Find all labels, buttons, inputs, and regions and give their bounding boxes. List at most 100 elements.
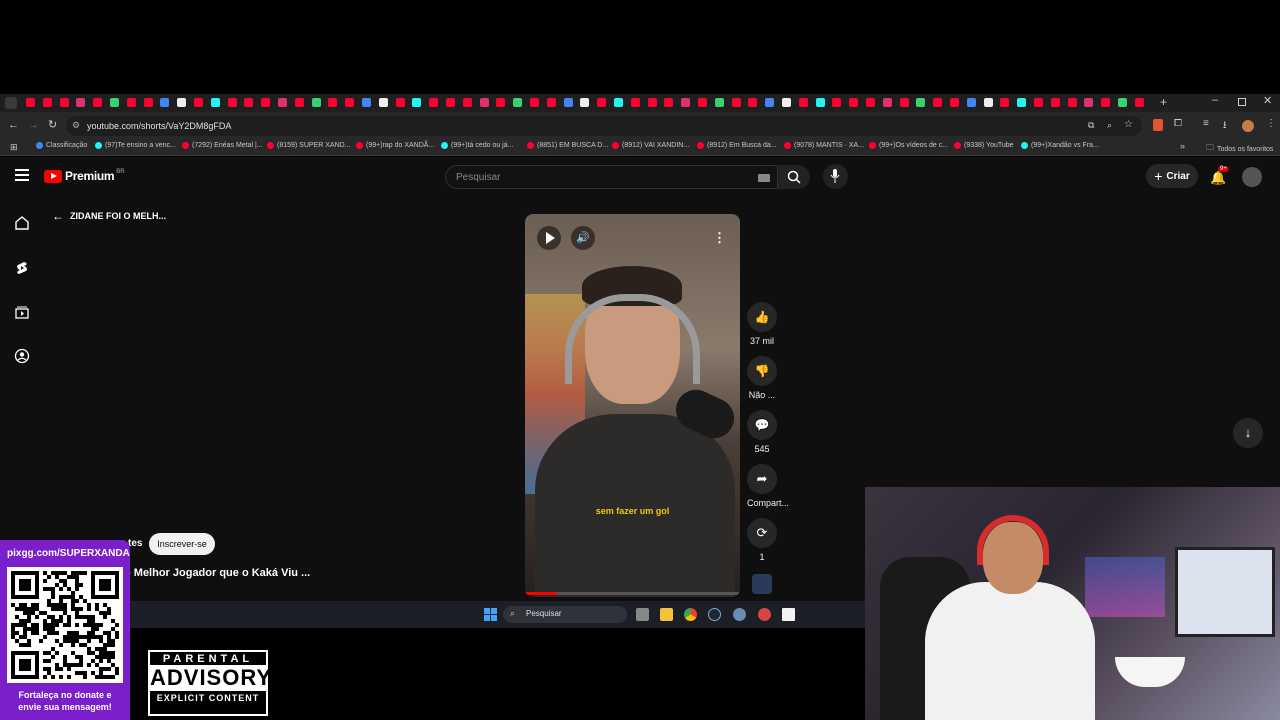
browser-tab-47[interactable] [815, 98, 825, 107]
bookmark-item[interactable]: (97)Te ensino a venc... [95, 142, 176, 149]
hamburger-menu-icon[interactable] [15, 169, 29, 181]
reload-icon[interactable]: ↻ [48, 118, 57, 131]
search-button[interactable] [778, 165, 810, 189]
taskbar-search-input[interactable]: ⌕ Pesquisar [503, 606, 627, 623]
browser-tab-36[interactable] [630, 98, 640, 107]
browser-tab-37[interactable] [647, 98, 657, 107]
minimize-icon[interactable]: – [1212, 94, 1218, 106]
windows-start-icon[interactable] [484, 608, 497, 621]
account-avatar[interactable] [1242, 167, 1262, 187]
browser-tab-56[interactable] [966, 98, 976, 107]
task-view-icon[interactable] [636, 608, 649, 621]
browser-tab-43[interactable] [748, 98, 758, 107]
menu-dots-icon[interactable]: ⋮ [1266, 118, 1276, 129]
browser-tab-16[interactable] [294, 98, 304, 107]
browser-tab-65[interactable] [1118, 98, 1127, 107]
remix-action[interactable]: ⟳ 1 [747, 518, 777, 562]
browser-tab-12[interactable] [227, 98, 237, 107]
browser-tab-59[interactable] [1017, 98, 1027, 107]
browser-tab-28[interactable] [496, 98, 506, 107]
browser-tab-32[interactable] [563, 98, 573, 107]
browser-tab-3[interactable] [76, 98, 86, 107]
play-button[interactable] [537, 226, 561, 250]
media-control-icon[interactable]: ≡ [1203, 118, 1209, 129]
tab-search-button[interactable] [5, 97, 17, 109]
browser-tab-38[interactable] [664, 98, 674, 107]
settings-icon[interactable] [733, 608, 746, 621]
channel-name-partial[interactable]: tes [128, 538, 142, 549]
address-bar[interactable]: ⚙ youtube.com/shorts/VaY2DM8gFDA ⧉ ⌕ ☆ [66, 116, 1142, 136]
bookmark-item[interactable]: (99+)tá cedo ou já... [441, 142, 513, 149]
browser-tab-29[interactable] [513, 98, 523, 107]
you-profile-icon[interactable] [14, 348, 30, 364]
back-icon[interactable]: ← [8, 119, 19, 131]
browser-tab-44[interactable] [765, 98, 775, 107]
browser-tab-52[interactable] [899, 98, 909, 107]
browser-tab-7[interactable] [143, 98, 153, 107]
browser-tab-18[interactable] [328, 98, 338, 107]
browser-tab-33[interactable] [580, 98, 590, 107]
browser-tab-42[interactable] [731, 98, 741, 107]
browser-tab-17[interactable] [311, 98, 321, 107]
shorts-video-player[interactable]: sem fazer um gol 🔊 ⋮ [525, 214, 740, 597]
browser-tab-58[interactable] [1000, 98, 1010, 107]
install-app-icon[interactable]: ⧉ [1088, 120, 1094, 131]
browser-tab-4[interactable] [93, 98, 103, 107]
more-options-icon[interactable]: ⋮ [713, 230, 726, 246]
browser-tab-66[interactable] [1134, 98, 1144, 107]
browser-tab-48[interactable] [832, 98, 842, 107]
comments-action[interactable]: 💬 545 [747, 410, 777, 454]
browser-tab-61[interactable] [1050, 98, 1060, 107]
browser-tab-60[interactable] [1034, 98, 1043, 107]
sound-thumbnail[interactable] [752, 574, 772, 594]
subscriptions-icon[interactable] [14, 304, 30, 320]
more-bookmarks-icon[interactable]: » [1180, 141, 1185, 151]
browser-tab-26[interactable] [462, 98, 472, 107]
bookmark-item[interactable]: (8159) SUPER XAND... [267, 142, 351, 149]
notepad-icon[interactable] [782, 608, 795, 621]
site-settings-icon[interactable]: ⚙ [72, 120, 80, 131]
browser-tab-20[interactable] [362, 98, 371, 107]
downloads-icon[interactable]: ⭳ [1223, 118, 1227, 135]
keyboard-icon[interactable] [758, 174, 770, 182]
progress-bar[interactable] [525, 592, 740, 595]
browser-tab-23[interactable] [412, 98, 422, 107]
home-icon[interactable] [14, 215, 30, 231]
browser-tab-53[interactable] [916, 98, 926, 107]
all-bookmarks-folder[interactable]: 🗀 Todos os favoritos [1206, 142, 1273, 156]
browser-tab-39[interactable] [681, 98, 691, 107]
browser-tab-45[interactable] [782, 98, 791, 107]
bookmark-item[interactable]: (9078) MANTIS · XA... [784, 142, 864, 149]
extensions-puzzle-icon[interactable]: ⧠ [1174, 118, 1182, 129]
browser-tab-15[interactable] [278, 98, 287, 107]
browser-tab-35[interactable] [614, 98, 623, 107]
bookmark-item[interactable]: (8912) Em Busca da... [697, 142, 777, 149]
browser-tab-40[interactable] [698, 98, 707, 107]
app-icon[interactable] [758, 608, 771, 621]
browser-tab-34[interactable] [597, 98, 607, 107]
browser-tab-5[interactable] [110, 98, 119, 107]
bookmark-item[interactable]: (8851) EM BUSCA D... [527, 142, 608, 149]
new-tab-icon[interactable]: + [1160, 95, 1167, 109]
extension-icon[interactable] [1153, 119, 1163, 131]
browser-tab-64[interactable] [1101, 98, 1111, 107]
subscribe-button[interactable]: Inscrever-se [149, 533, 215, 555]
next-video-button[interactable]: ↓ [1233, 418, 1263, 448]
browser-tab-21[interactable] [378, 98, 388, 107]
browser-tab-8[interactable] [160, 98, 170, 107]
bookmark-item[interactable]: (7292) Enéas Metal |... [182, 142, 263, 149]
create-button[interactable]: + Criar [1146, 164, 1198, 188]
file-explorer-icon[interactable] [660, 608, 673, 621]
browser-tab-63[interactable] [1084, 98, 1094, 107]
apps-grid-icon[interactable]: ⊞ [10, 142, 18, 153]
steam-icon[interactable] [708, 608, 721, 621]
bookmark-item[interactable]: (99+)rap do XANDÃ... [356, 142, 434, 149]
browser-tab-1[interactable] [42, 98, 52, 107]
forward-icon[interactable]: → [28, 119, 39, 131]
bookmark-item[interactable]: Classificação [36, 142, 87, 149]
browser-tab-30[interactable] [530, 98, 539, 107]
browser-tab-19[interactable] [345, 98, 355, 107]
browser-tab-54[interactable] [933, 98, 943, 107]
like-action[interactable]: 👍 37 mil [747, 302, 777, 346]
bookmark-item[interactable]: (99+)Os vídeos de c... [869, 142, 948, 149]
